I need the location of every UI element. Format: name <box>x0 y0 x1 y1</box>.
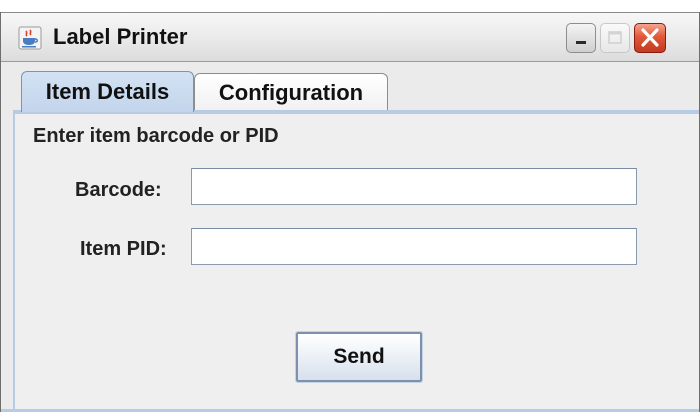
close-icon <box>641 28 659 47</box>
barcode-input[interactable] <box>191 168 637 205</box>
window-content: Item Details Configuration Enter item ba… <box>1 62 699 412</box>
tab-item-details[interactable]: Item Details <box>21 71 194 112</box>
barcode-label: Barcode: <box>75 179 162 201</box>
instruction-text: Enter item barcode or PID <box>33 125 279 147</box>
minimize-button[interactable] <box>566 23 596 53</box>
item-pid-label: Item PID: <box>80 238 167 260</box>
send-button[interactable]: Send <box>295 331 423 383</box>
close-button[interactable] <box>634 23 666 53</box>
java-coffee-icon <box>18 26 42 50</box>
item-details-panel: Enter item barcode or PID Barcode: Item … <box>13 110 699 412</box>
label-printer-window: Label Printer Item Details Configuration… <box>0 12 700 412</box>
minimize-icon <box>576 41 586 44</box>
maximize-button[interactable] <box>600 23 630 53</box>
tab-configuration[interactable]: Configuration <box>194 73 388 110</box>
item-pid-input[interactable] <box>191 228 637 265</box>
title-bar[interactable]: Label Printer <box>1 12 699 62</box>
maximize-icon <box>608 31 622 44</box>
window-title: Label Printer <box>53 24 188 49</box>
